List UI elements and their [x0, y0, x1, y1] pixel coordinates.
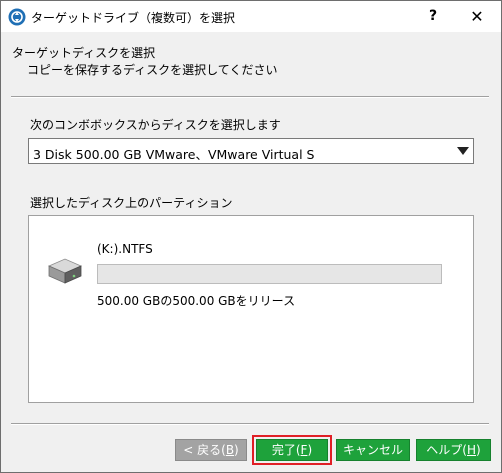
help-question-button[interactable]: ?	[413, 1, 453, 32]
dropdown-arrow-icon[interactable]	[457, 147, 469, 155]
partitions-panel: (K:).NTFS 500.00 GBの500.00 GBをリリース	[28, 215, 474, 403]
disk-combobox-value: 3 Disk 500.00 GB VMware、VMware Virtual S	[33, 147, 315, 162]
partition-usage-bar[interactable]	[97, 264, 442, 284]
header-subtitle: コピーを保存するディスクを選択してください	[27, 63, 278, 77]
help-button-label: ヘルプ(	[426, 443, 467, 457]
back-button[interactable]: < 戻る(B)	[175, 439, 247, 461]
finish-button-label: 完了(	[271, 443, 301, 457]
cancel-button[interactable]: キャンセル	[336, 439, 410, 461]
help-button[interactable]: ヘルプ(H)	[416, 439, 491, 461]
header-divider	[11, 96, 489, 98]
cancel-button-label: キャンセル	[342, 443, 403, 457]
wizard-header: ターゲットディスクを選択 コピーを保存するディスクを選択してください	[1, 32, 501, 98]
help-button-accel: H	[466, 443, 477, 457]
back-button-label: < 戻る(	[183, 443, 226, 457]
finish-button[interactable]: 完了(F)	[252, 435, 332, 465]
footer-divider	[11, 423, 489, 425]
finish-button-suffix: )	[307, 443, 313, 457]
disk-combo-label: 次のコンボボックスからディスクを選択します	[30, 118, 281, 132]
disk-combobox[interactable]: 3 Disk 500.00 GB VMware、VMware Virtual S	[28, 138, 474, 164]
back-button-accel: B	[225, 443, 235, 457]
window-title: ターゲットドライブ（複数可）を選択	[31, 11, 236, 25]
back-button-suffix: )	[234, 443, 239, 457]
hard-disk-icon	[48, 258, 82, 284]
app-icon	[8, 8, 26, 26]
help-button-suffix: )	[476, 443, 481, 457]
close-button[interactable]: ✕	[457, 1, 497, 32]
partitions-label: 選択したディスク上のパーティション	[30, 196, 233, 210]
partition-info: 500.00 GBの500.00 GBをリリース	[97, 294, 296, 308]
dialog-window: ターゲットドライブ（複数可）を選択 ? ✕ ターゲットディスクを選択 コピーを保…	[0, 0, 502, 473]
finish-button-face[interactable]: 完了(F)	[256, 439, 328, 461]
header-title: ターゲットディスクを選択	[12, 46, 156, 60]
partition-name[interactable]: (K:).NTFS	[97, 242, 153, 256]
title-bar: ターゲットドライブ（複数可）を選択 ? ✕	[1, 1, 501, 32]
